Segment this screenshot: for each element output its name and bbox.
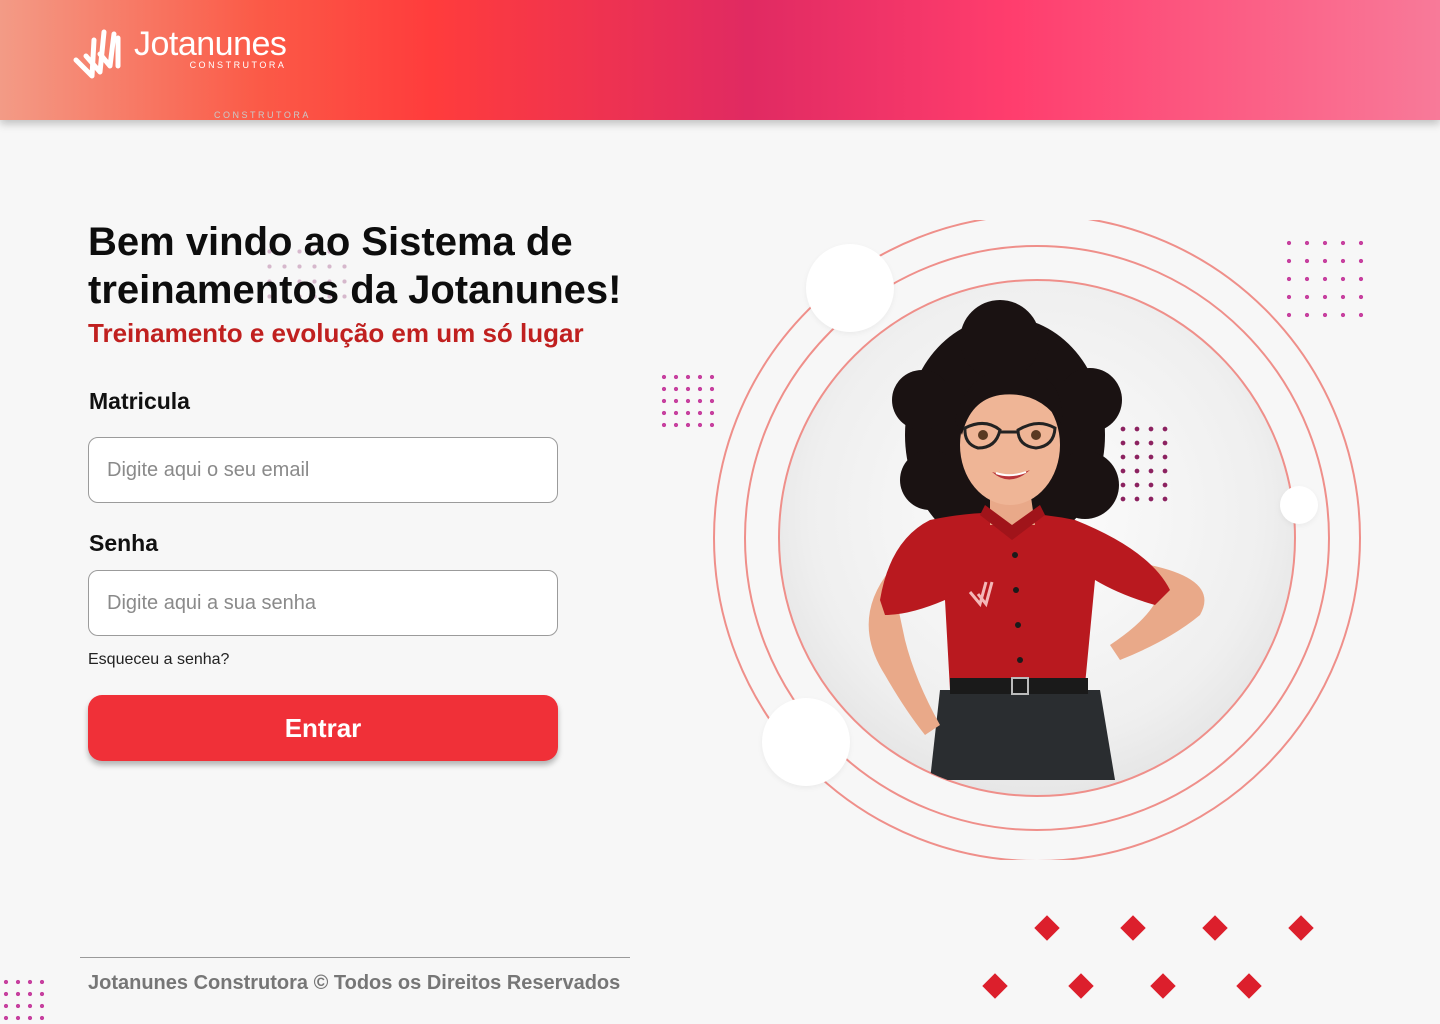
decorative-diamond: [1120, 915, 1146, 941]
page-title: Bem vindo ao Sistema de treinamentos da …: [88, 220, 622, 312]
matricula-input[interactable]: [88, 437, 558, 503]
decorative-diamond: [1068, 973, 1094, 999]
matricula-label: Matricula: [89, 388, 190, 414]
decorative-diamond: [1034, 915, 1060, 941]
decorative-diamond: [1288, 915, 1314, 941]
logo-name: Jotanunes: [134, 25, 287, 63]
decorative-circle-2: [1280, 486, 1318, 524]
mascot-illustration-area: [700, 214, 1380, 862]
decorative-diamond: [1236, 973, 1262, 999]
forgot-password-link[interactable]: Esqueceu a senha?: [88, 651, 229, 669]
decorative-circle-3: [762, 698, 850, 786]
decorative-diamond: [1202, 915, 1228, 941]
senha-input[interactable]: [88, 570, 558, 636]
login-button[interactable]: Entrar: [88, 695, 558, 761]
decorative-diamond: [982, 973, 1008, 999]
footer-copyright: Jotanunes Construtora © Todos os Direito…: [88, 972, 621, 994]
page-subtitle: Treinamento e evolução em um só lugar: [88, 318, 584, 348]
decorative-diamond: [1150, 973, 1176, 999]
company-logo[interactable]: Jotanunes CONSTRUTORA: [72, 25, 287, 82]
header-bar: Jotanunes CONSTRUTORA: [0, 0, 1440, 120]
decorative-circle-1: [806, 244, 894, 332]
senha-label: Senha: [89, 530, 159, 556]
decorative-dots-bottom-left: [0, 976, 50, 1024]
logo-wordmark: Jotanunes CONSTRUTORA: [134, 25, 287, 70]
footer-divider: [80, 957, 630, 958]
jotanunes-logo-icon: [73, 29, 121, 79]
logo-subtitle-shadow: CONSTRUTORA: [214, 110, 311, 120]
decorative-dots-mascot: [1116, 422, 1172, 506]
